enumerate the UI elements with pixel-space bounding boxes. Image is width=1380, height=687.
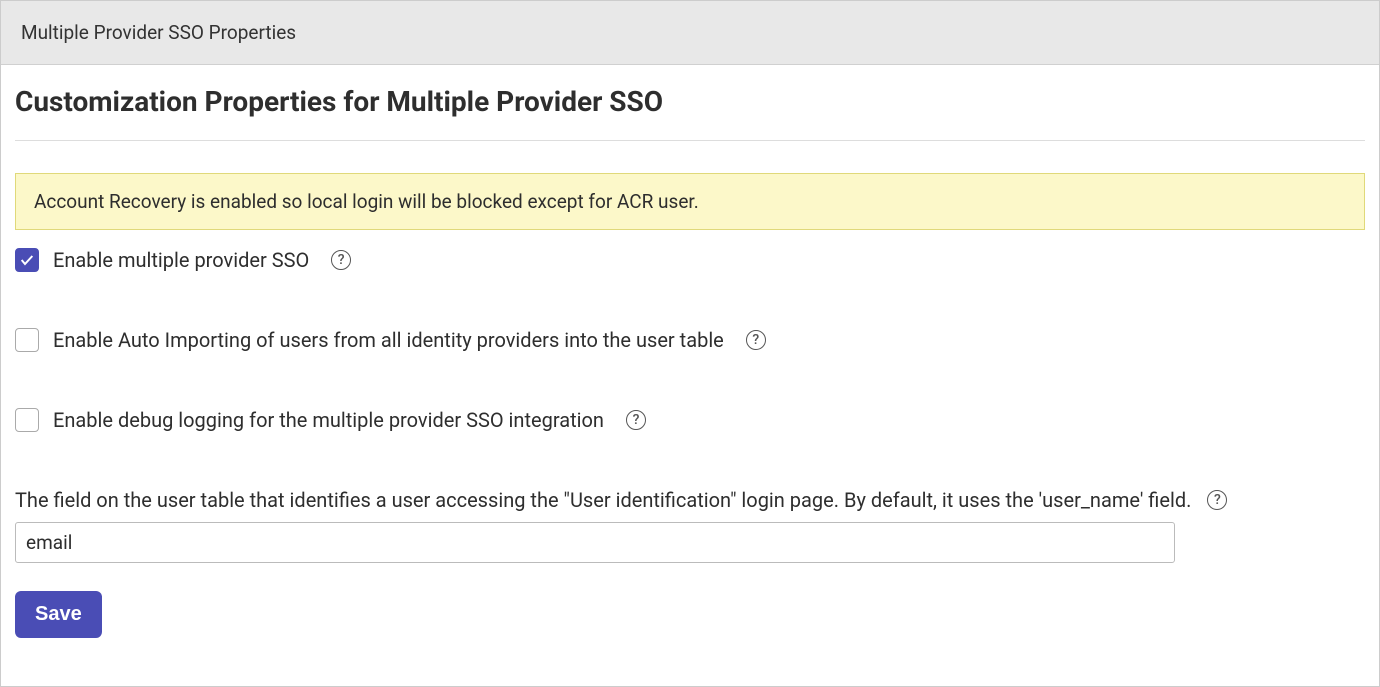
alert-message: Account Recovery is enabled so local log… [34,190,699,213]
user-field-label-row: The field on the user table that identif… [15,488,1365,512]
content-area: Customization Properties for Multiple Pr… [1,65,1379,652]
help-icon[interactable]: ? [1207,490,1227,510]
page-title: Customization Properties for Multiple Pr… [15,85,1365,118]
field-user-field: The field on the user table that identif… [15,488,1365,563]
label-auto-import: Enable Auto Importing of users from all … [53,328,724,352]
header-title: Multiple Provider SSO Properties [21,21,1359,44]
help-icon[interactable]: ? [746,330,766,350]
divider [15,140,1365,141]
label-debug-logging: Enable debug logging for the multiple pr… [53,408,604,432]
field-auto-import: Enable Auto Importing of users from all … [15,328,1365,352]
help-icon[interactable]: ? [626,410,646,430]
checkbox-enable-sso[interactable] [15,248,39,272]
help-icon[interactable]: ? [331,250,351,270]
label-user-field: The field on the user table that identif… [15,488,1191,512]
user-field-input[interactable] [15,522,1175,563]
checkbox-debug-logging[interactable] [15,408,39,432]
checkmark-icon [19,252,35,268]
field-enable-sso: Enable multiple provider SSO ? [15,248,1365,272]
field-debug-logging: Enable debug logging for the multiple pr… [15,408,1365,432]
alert-banner: Account Recovery is enabled so local log… [15,173,1365,230]
header-bar: Multiple Provider SSO Properties [1,1,1379,65]
save-button[interactable]: Save [15,591,102,638]
checkbox-auto-import[interactable] [15,328,39,352]
label-enable-sso: Enable multiple provider SSO [53,248,309,272]
